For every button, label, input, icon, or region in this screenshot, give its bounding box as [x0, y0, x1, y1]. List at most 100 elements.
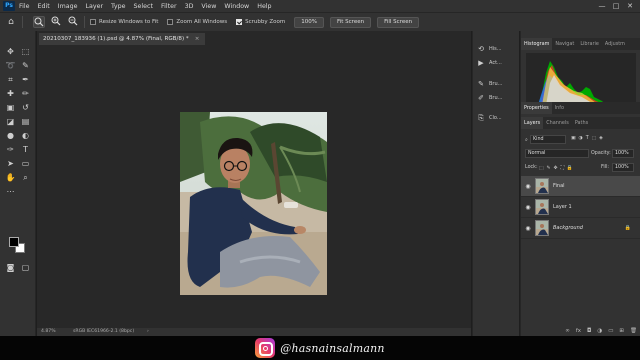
layer-name[interactable]: Layer 1 — [553, 204, 572, 210]
eyedropper-tool-icon[interactable]: ✒ — [19, 73, 32, 86]
path-selection-icon[interactable]: ➤ — [4, 157, 17, 170]
link-layers-icon[interactable]: ∞ — [565, 328, 570, 334]
tab-layers[interactable]: Layers — [521, 117, 544, 129]
zoom-tool-icon[interactable]: ⌕ — [19, 171, 32, 184]
zoom-100-button[interactable]: 100% — [294, 16, 324, 28]
home-icon[interactable]: ⌂ — [5, 16, 17, 28]
add-mask-icon[interactable]: ◘ — [587, 328, 591, 334]
canvas-photo[interactable] — [180, 112, 327, 295]
more-tools-icon[interactable]: ⋯ — [4, 185, 17, 198]
fill-input[interactable]: 100% — [612, 163, 634, 172]
status-menu-arrow[interactable]: › — [147, 328, 149, 336]
gradient-tool-icon[interactable]: ▤ — [19, 115, 32, 128]
menu-layer[interactable]: Layer — [85, 3, 103, 10]
minimize-icon[interactable]: — — [596, 1, 608, 11]
tab-info[interactable]: Info — [552, 102, 567, 114]
filter-type-icons[interactable]: ▣◑T⬚◈ — [571, 136, 606, 141]
adjustment-layer-icon[interactable]: ◑ — [597, 328, 602, 334]
fill-screen-button[interactable]: Fill Screen — [377, 16, 420, 28]
close-tab-icon[interactable]: × — [195, 36, 200, 42]
zoom-tool-icon[interactable] — [33, 16, 45, 28]
menu-file[interactable]: File — [19, 3, 30, 10]
resize-windows-checkbox[interactable]: Resize Windows to Fit — [90, 19, 158, 25]
shape-tool-icon[interactable]: ▭ — [19, 157, 32, 170]
visibility-eye-icon[interactable]: ◉ — [521, 204, 535, 211]
move-tool-icon[interactable]: ✥ — [4, 45, 17, 58]
maximize-icon[interactable]: □ — [610, 1, 622, 11]
zoom-out-icon[interactable] — [67, 16, 79, 28]
checkbox-box[interactable] — [90, 19, 96, 25]
lock-options-icons[interactable]: ⬚✎✥⛶🔒 — [539, 165, 576, 171]
side-item-clone-source[interactable]: ⎘ Clo... — [476, 112, 502, 124]
side-item-actions[interactable]: ▶ Act... — [476, 57, 502, 69]
zoom-all-windows-checkbox[interactable]: Zoom All Windows — [167, 19, 227, 25]
fx-icon[interactable]: fx — [576, 328, 581, 334]
checkbox-box[interactable] — [236, 19, 243, 25]
checkbox-box[interactable] — [167, 19, 174, 25]
menu-image[interactable]: Image — [58, 3, 78, 10]
menu-select[interactable]: Select — [134, 3, 153, 10]
layer-name[interactable]: Final — [553, 183, 565, 189]
type-tool-icon[interactable]: T — [19, 143, 32, 156]
clone-stamp-icon[interactable]: ▣ — [4, 101, 17, 114]
menu-window[interactable]: Window — [224, 3, 249, 10]
marquee-tool-icon[interactable]: ⬚ — [19, 45, 32, 58]
histogram-panel-tabs: Histogram Navigat Librarie Adjustm — [521, 38, 640, 50]
side-item-brushes[interactable]: ✎ Bru... — [476, 78, 502, 90]
screen-mode-icon[interactable]: ▢ — [19, 261, 32, 274]
filter-search-icon: ⌕ — [525, 138, 528, 143]
crop-tool-icon[interactable]: ⌗ — [4, 73, 17, 86]
trash-icon[interactable]: 🗑 — [630, 328, 637, 334]
foreground-color-swatch[interactable] — [9, 237, 19, 247]
tab-libraries[interactable]: Librarie — [577, 38, 602, 50]
spot-healing-icon[interactable]: ✚ — [4, 87, 17, 100]
zoom-in-icon[interactable] — [50, 16, 62, 28]
scrubby-zoom-checkbox[interactable]: Scrubby Zoom — [236, 19, 285, 25]
menu-3d[interactable]: 3D — [185, 3, 194, 10]
brush-tool-icon[interactable]: ✏ — [19, 87, 32, 100]
menu-edit[interactable]: Edit — [38, 3, 50, 10]
fit-screen-button[interactable]: Fit Screen — [329, 16, 372, 28]
quick-selection-icon[interactable]: ✎ — [19, 59, 32, 72]
layer-filter-select[interactable]: Kind — [530, 135, 566, 144]
layer-row-background[interactable]: ◉ Background 🔒 — [521, 218, 640, 239]
tab-channels[interactable]: Channels — [543, 117, 572, 129]
side-item-brush-settings[interactable]: ✐ Bru... — [476, 92, 502, 104]
lasso-tool-icon[interactable]: ➰ — [4, 59, 17, 72]
eraser-tool-icon[interactable]: ◪ — [4, 115, 17, 128]
new-layer-icon[interactable]: ⊞ — [619, 328, 624, 334]
tab-adjustments[interactable]: Adjustm — [602, 38, 628, 50]
document-window: 20210307_183936 (1).psd @ 4.87% (Final, … — [37, 31, 471, 336]
menu-help[interactable]: Help — [257, 3, 271, 10]
side-item-label: Act... — [489, 60, 502, 66]
tab-histogram[interactable]: Histogram — [521, 38, 553, 50]
opacity-input[interactable]: 100% — [612, 149, 634, 158]
layer-row-final[interactable]: ◉ Final — [521, 176, 640, 197]
menu-filter[interactable]: Filter — [161, 3, 177, 10]
canvas-area[interactable] — [37, 45, 471, 329]
close-icon[interactable]: ✕ — [624, 1, 636, 11]
tab-navigator[interactable]: Navigat — [552, 38, 577, 50]
dodge-tool-icon[interactable]: ◐ — [19, 129, 32, 142]
side-item-history[interactable]: ⟲ His... — [476, 43, 501, 55]
menu-view[interactable]: View — [201, 3, 216, 10]
visibility-eye-icon[interactable]: ◉ — [521, 225, 535, 232]
instagram-handle: @hasnainsalmann — [280, 341, 385, 355]
status-zoom[interactable]: 4.87% — [41, 328, 56, 336]
layer-name[interactable]: Background — [553, 225, 583, 231]
side-item-label: Clo... — [489, 115, 502, 121]
layer-row-layer-1[interactable]: ◉ Layer 1 — [521, 197, 640, 218]
document-tab[interactable]: 20210307_183936 (1).psd @ 4.87% (Final, … — [39, 33, 206, 45]
blur-tool-icon[interactable]: ● — [4, 129, 17, 142]
pen-tool-icon[interactable]: ✑ — [4, 143, 17, 156]
tab-paths[interactable]: Paths — [572, 117, 591, 129]
layers-footer: ∞ fx ◘ ◑ ▭ ⊞ 🗑 — [521, 325, 640, 336]
visibility-eye-icon[interactable]: ◉ — [521, 183, 535, 190]
hand-tool-icon[interactable]: ✋ — [4, 171, 17, 184]
quick-mask-icon[interactable]: ◙ — [4, 261, 17, 274]
history-brush-icon[interactable]: ↺ — [19, 101, 32, 114]
blend-mode-select[interactable]: Normal — [525, 149, 589, 158]
new-group-icon[interactable]: ▭ — [608, 328, 613, 334]
tab-properties[interactable]: Properties — [521, 102, 552, 114]
menu-type[interactable]: Type — [111, 3, 125, 10]
